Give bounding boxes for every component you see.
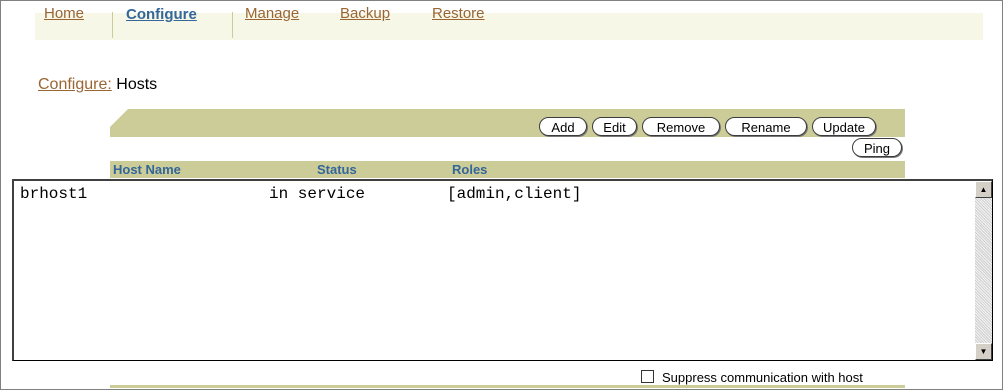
scroll-up-icon[interactable]: ▲: [975, 181, 992, 198]
suppress-label: Suppress communication with host: [662, 370, 863, 385]
breadcrumb-configure-link[interactable]: Configure:: [38, 76, 112, 93]
tab-home[interactable]: Home: [44, 5, 84, 22]
table-header: Host Name Status Roles: [110, 161, 905, 178]
edit-button[interactable]: Edit: [592, 117, 637, 136]
bottom-divider: [110, 385, 905, 388]
column-roles: Roles: [452, 162, 488, 177]
column-host-name: Host Name: [113, 162, 181, 177]
hosts-listbox[interactable]: brhost1 in service [admin,client] ▲ ▼: [12, 179, 993, 361]
tab-restore[interactable]: Restore: [432, 5, 485, 22]
column-status: Status: [317, 162, 357, 177]
suppress-option[interactable]: Suppress communication with host: [641, 370, 863, 385]
update-button[interactable]: Update: [812, 117, 876, 136]
breadcrumb-current: Hosts: [116, 76, 158, 93]
host-roles: [admin,client]: [447, 185, 582, 203]
tab-manage[interactable]: Manage: [245, 5, 299, 22]
rename-button[interactable]: Rename: [725, 117, 807, 136]
vertical-scrollbar[interactable]: ▲ ▼: [975, 181, 992, 360]
scroll-down-icon[interactable]: ▼: [975, 343, 992, 360]
ping-button[interactable]: Ping: [852, 138, 902, 157]
tab-separator: [112, 12, 113, 38]
tab-backup[interactable]: Backup: [340, 5, 390, 22]
add-button[interactable]: Add: [539, 117, 587, 136]
tab-separator: [232, 12, 233, 38]
remove-button[interactable]: Remove: [642, 117, 720, 136]
suppress-checkbox[interactable]: [641, 370, 654, 383]
host-name: brhost1: [20, 185, 88, 203]
host-status: in service: [269, 185, 366, 203]
breadcrumb: Configure: Hosts: [38, 76, 157, 94]
tab-configure[interactable]: Configure: [126, 6, 197, 23]
